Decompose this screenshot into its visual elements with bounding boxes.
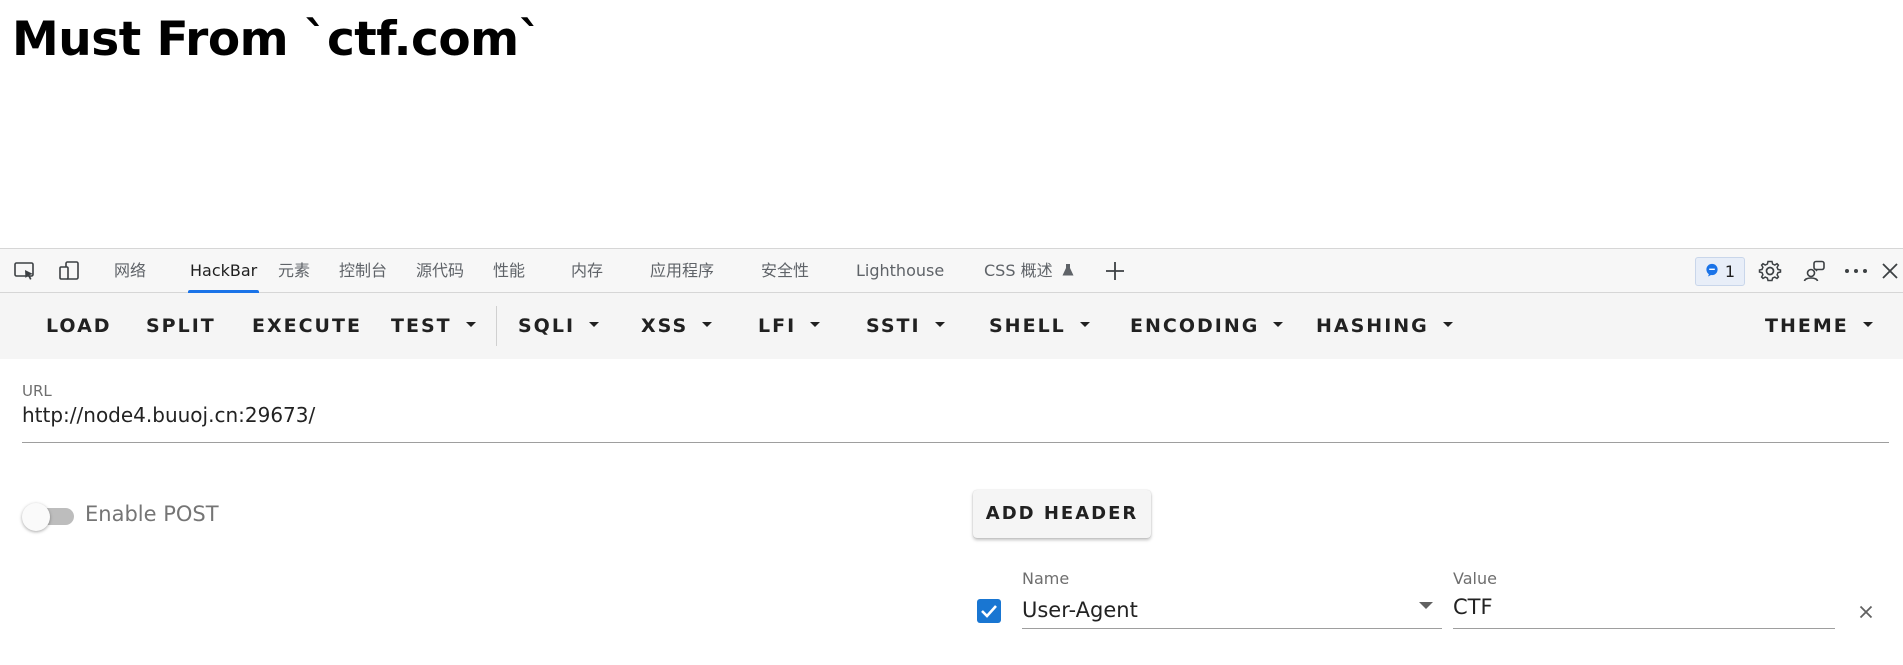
checkmark-icon bbox=[981, 605, 997, 618]
chevron-down-icon bbox=[465, 322, 476, 327]
tab-memory[interactable]: 内存 bbox=[569, 249, 605, 292]
test-menu-label: TEST bbox=[391, 315, 452, 337]
shell-menu-label: SHELL bbox=[989, 315, 1066, 337]
tab-css-overview-label: CSS 概述 bbox=[984, 261, 1053, 280]
header-name-select[interactable]: User-Agent bbox=[1022, 598, 1138, 622]
page-heading: Must From `ctf.com` bbox=[12, 12, 542, 67]
experiment-flask-icon bbox=[1062, 250, 1074, 293]
remove-header-close-icon[interactable] bbox=[1855, 601, 1877, 623]
theme-menu-button[interactable]: THEME bbox=[1765, 303, 1873, 349]
xss-menu-button[interactable]: XSS bbox=[641, 303, 713, 349]
chevron-down-icon bbox=[1862, 322, 1873, 327]
issues-badge[interactable]: 1 bbox=[1695, 257, 1745, 286]
header-value-label: Value bbox=[1453, 569, 1497, 588]
header-enabled-checkbox[interactable] bbox=[977, 599, 1001, 623]
tab-network[interactable]: 网络 bbox=[112, 249, 148, 292]
customize-user-icon[interactable] bbox=[1801, 259, 1827, 283]
add-header-button[interactable]: ADD HEADER bbox=[973, 490, 1151, 538]
test-menu-button[interactable]: TEST bbox=[391, 303, 476, 349]
lfi-menu-button[interactable]: LFI bbox=[758, 303, 821, 349]
ssti-menu-label: SSTI bbox=[866, 315, 921, 337]
chevron-down-icon bbox=[702, 322, 713, 327]
issues-message-icon bbox=[1705, 262, 1719, 281]
more-options-icon[interactable] bbox=[1843, 259, 1869, 283]
tab-lighthouse[interactable]: Lighthouse bbox=[854, 249, 946, 292]
toggle-thumb bbox=[22, 503, 50, 531]
enable-post-label: Enable POST bbox=[85, 502, 219, 526]
tab-console[interactable]: 控制台 bbox=[337, 249, 389, 292]
shell-menu-button[interactable]: SHELL bbox=[989, 303, 1090, 349]
header-value-underline bbox=[1453, 628, 1835, 629]
settings-gear-icon[interactable] bbox=[1757, 259, 1783, 283]
issues-count: 1 bbox=[1724, 262, 1736, 281]
device-emulation-icon[interactable] bbox=[56, 259, 82, 283]
more-tabs-plus-icon[interactable] bbox=[1102, 259, 1128, 283]
chevron-down-icon bbox=[589, 322, 600, 327]
ssti-menu-button[interactable]: SSTI bbox=[866, 303, 945, 349]
url-input[interactable]: http://node4.buuoj.cn:29673/ bbox=[22, 403, 315, 427]
url-underline bbox=[22, 442, 1889, 443]
encoding-menu-button[interactable]: ENCODING bbox=[1130, 303, 1284, 349]
hashing-menu-label: HASHING bbox=[1316, 315, 1429, 337]
xss-menu-label: XSS bbox=[641, 315, 689, 337]
page-content: Must From `ctf.com` bbox=[0, 0, 1903, 248]
execute-button[interactable]: EXECUTE bbox=[252, 303, 362, 349]
close-devtools-icon[interactable] bbox=[1880, 259, 1900, 283]
url-label: URL bbox=[22, 382, 52, 400]
dropdown-caret-icon[interactable] bbox=[1419, 602, 1433, 609]
sqli-menu-button[interactable]: SQLI bbox=[518, 303, 600, 349]
split-button[interactable]: SPLIT bbox=[146, 303, 216, 349]
inspect-element-icon[interactable] bbox=[12, 259, 38, 283]
header-value-input[interactable]: CTF bbox=[1453, 595, 1493, 619]
hackbar-toolbar: LOAD SPLIT EXECUTE TEST SQLI XSS LFI SST… bbox=[0, 293, 1903, 359]
devtools-tab-strip: 网络 HackBar 元素 控制台 源代码 性能 内存 应用程序 安全性 Lig… bbox=[0, 248, 1903, 293]
chevron-down-icon bbox=[1442, 322, 1453, 327]
tab-application[interactable]: 应用程序 bbox=[648, 249, 716, 292]
tab-security[interactable]: 安全性 bbox=[759, 249, 811, 292]
header-name-label: Name bbox=[1022, 569, 1070, 588]
load-button[interactable]: LOAD bbox=[46, 303, 112, 349]
encoding-menu-label: ENCODING bbox=[1130, 315, 1260, 337]
sqli-menu-label: SQLI bbox=[518, 315, 576, 337]
tab-hackbar[interactable]: HackBar bbox=[188, 249, 260, 293]
chevron-down-icon bbox=[1273, 322, 1284, 327]
theme-menu-label: THEME bbox=[1765, 315, 1849, 337]
toolbar-divider bbox=[496, 306, 497, 346]
tab-css-overview[interactable]: CSS 概述 bbox=[982, 249, 1076, 292]
tab-elements[interactable]: 元素 bbox=[276, 249, 312, 292]
header-name-underline bbox=[1022, 628, 1442, 629]
enable-post-toggle[interactable] bbox=[22, 503, 74, 531]
lfi-menu-label: LFI bbox=[758, 315, 797, 337]
chevron-down-icon bbox=[934, 322, 945, 327]
chevron-down-icon bbox=[1079, 322, 1090, 327]
hashing-menu-button[interactable]: HASHING bbox=[1316, 303, 1453, 349]
tab-performance[interactable]: 性能 bbox=[491, 249, 527, 292]
chevron-down-icon bbox=[810, 322, 821, 327]
tab-sources[interactable]: 源代码 bbox=[414, 249, 466, 292]
